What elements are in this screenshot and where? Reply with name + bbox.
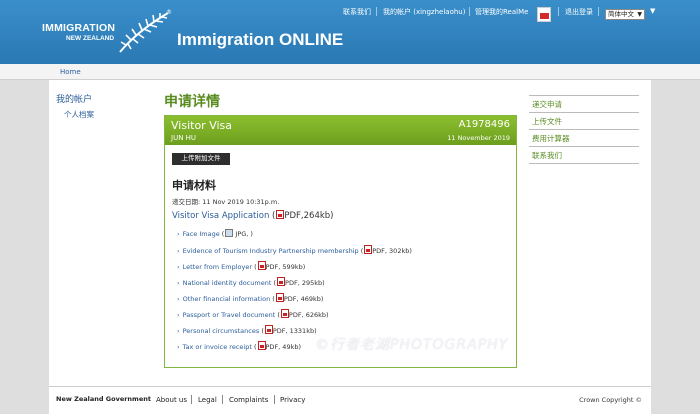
sidebar-item-my-account[interactable]: 我的帐户 xyxy=(56,92,92,105)
sidebar-item-submit-application[interactable]: 递交申请 xyxy=(532,99,635,110)
visa-name: Visitor Visa xyxy=(171,119,232,132)
list-item: › Evidence of Tourism Industry Partnershi… xyxy=(177,245,412,255)
pdf-icon[interactable] xyxy=(264,325,273,334)
pdf-icon[interactable] xyxy=(280,309,289,318)
document-meta: PDF, 626kb) xyxy=(288,311,329,319)
sidebar-item-upload-files[interactable]: 上传文件 xyxy=(532,116,635,127)
document-meta: PDF, 599kb) xyxy=(265,263,306,271)
divider xyxy=(529,112,639,113)
divider xyxy=(529,146,639,147)
breadcrumb: Home xyxy=(0,64,700,80)
divider xyxy=(529,129,639,130)
divider xyxy=(469,7,470,16)
list-item: › Tax or invoice receipt (PDF, 49kb) xyxy=(177,341,302,351)
sidebar-item-contact-us[interactable]: 联系我们 xyxy=(532,150,635,161)
pdf-icon[interactable] xyxy=(364,245,373,254)
divider xyxy=(222,395,223,404)
document-link[interactable]: Passport or Travel document xyxy=(183,311,276,319)
application-number: A1978496 xyxy=(458,119,510,130)
document-link[interactable]: Personal circumstances xyxy=(183,327,260,335)
divider xyxy=(558,7,559,16)
pdf-icon[interactable] xyxy=(275,293,284,302)
list-item: › Personal circumstances (PDF, 1331kb) xyxy=(177,325,317,335)
document-link[interactable]: Letter from Employer xyxy=(183,263,252,271)
logout-link[interactable]: 退出登录 xyxy=(565,7,593,17)
footer-link-privacy[interactable]: Privacy xyxy=(280,396,305,404)
divider xyxy=(598,7,599,16)
list-item: › Passport or Travel document (PDF, 626kb… xyxy=(177,309,329,319)
upload-additional-files-button[interactable]: 上传附加文件 xyxy=(172,153,230,165)
document-link[interactable]: Face Image xyxy=(183,230,220,238)
document-meta-open: ( xyxy=(269,211,276,221)
divider xyxy=(191,395,192,404)
document-link[interactable]: Other financial information xyxy=(183,295,271,303)
document-meta: PDF, 302kb) xyxy=(372,247,412,255)
footer-link-complaints[interactable]: Complaints xyxy=(229,396,268,404)
nz-government-logo[interactable]: New Zealand Government xyxy=(56,395,151,403)
document-meta: PDF, 1331kb) xyxy=(272,327,317,335)
document-link[interactable]: National identity document xyxy=(183,279,272,287)
bullet-arrow-icon: › xyxy=(177,279,180,287)
site-footer: New Zealand Government About us Legal Co… xyxy=(49,386,651,414)
chevron-down-icon[interactable]: ▼ xyxy=(650,7,655,15)
contact-us-link[interactable]: 联系我们 xyxy=(343,7,371,17)
app-title: Immigration ONLINE xyxy=(177,30,344,49)
applicant-name: JUN HU xyxy=(171,134,197,142)
pdf-icon[interactable] xyxy=(277,277,286,286)
document-meta: JPG, ) xyxy=(233,230,253,238)
bullet-arrow-icon: › xyxy=(177,311,180,319)
document-meta: PDF, 295kb) xyxy=(285,279,325,287)
immigration-nz-logo[interactable]: IMMIGRATION NEW ZEALAND xyxy=(42,22,115,42)
list-item: › Other financial information (PDF, 469kb… xyxy=(177,293,324,303)
divider xyxy=(529,163,639,164)
bullet-arrow-icon: › xyxy=(177,247,180,255)
logo-line-1: IMMIGRATION xyxy=(42,22,116,34)
sidebar-item-fee-calculator[interactable]: 费用计算器 xyxy=(532,133,635,144)
bullet-arrow-icon: › xyxy=(177,263,180,271)
bullet-arrow-icon: › xyxy=(177,343,180,351)
site-header: IMMIGRATION NEW ZEALAND ® Immigration ON… xyxy=(0,0,700,64)
document-link[interactable]: Evidence of Tourism Industry Partnership… xyxy=(183,247,359,255)
language-value: 简体中文 xyxy=(608,10,634,18)
bullet-arrow-icon: › xyxy=(177,230,180,238)
pdf-icon[interactable] xyxy=(257,341,266,350)
my-account-link[interactable]: 我的帐户 (xingzhelaohu) xyxy=(383,7,465,17)
pdf-icon[interactable] xyxy=(257,261,266,270)
divider xyxy=(274,395,275,404)
divider xyxy=(376,7,377,16)
list-item: › Letter from Employer (PDF, 599kb) xyxy=(177,261,306,271)
document-meta: PDF,264kb) xyxy=(284,211,334,221)
list-item: › National identity document (PDF, 295kb) xyxy=(177,277,325,287)
application-panel: Visitor Visa JUN HU A1978496 11 November… xyxy=(164,115,517,368)
main-application-document: Visitor Visa Application ( PDF,264kb) xyxy=(172,210,334,221)
application-header: Visitor Visa JUN HU A1978496 11 November… xyxy=(165,116,516,145)
document-meta: PDF, 469kb) xyxy=(283,295,324,303)
realme-icon[interactable] xyxy=(537,7,551,22)
manage-realme-link[interactable]: 管理我的RealMe xyxy=(475,7,528,17)
divider xyxy=(529,95,639,96)
footer-link-legal[interactable]: Legal xyxy=(198,396,217,404)
document-link[interactable]: Tax or invoice receipt xyxy=(183,343,252,351)
sidebar-item-profile[interactable]: 个人档案 xyxy=(64,109,94,120)
application-form-link[interactable]: Visitor Visa Application xyxy=(172,211,269,221)
application-date: 11 November 2019 xyxy=(447,134,510,142)
dropdown-arrow-icon: ▼ xyxy=(637,11,642,18)
document-meta: PDF, 49kb) xyxy=(265,343,302,351)
bullet-arrow-icon: › xyxy=(177,327,180,335)
page-title: 申请详情 xyxy=(164,94,220,110)
top-links: 联系我们 我的帐户 (xingzhelaohu) 管理我的RealMe 退出登录… xyxy=(0,5,700,22)
logo-line-2: NEW ZEALAND xyxy=(66,35,115,42)
pdf-icon[interactable] xyxy=(276,210,285,219)
materials-heading: 申请材料 xyxy=(172,179,216,192)
photo-watermark: ©行者老湖PHOTOGRAPHY xyxy=(315,337,509,353)
bullet-arrow-icon: › xyxy=(177,295,180,303)
submission-date: 递交日期: 11 Nov 2019 10:31p.m. xyxy=(172,198,280,206)
footer-link-about[interactable]: About us xyxy=(156,396,187,404)
copyright: Crown Copyright © xyxy=(579,396,642,404)
language-select[interactable]: 简体中文 ▼ xyxy=(605,9,645,20)
breadcrumb-home[interactable]: Home xyxy=(60,68,81,76)
list-item: › Face Image ( JPG, ) xyxy=(177,229,253,238)
